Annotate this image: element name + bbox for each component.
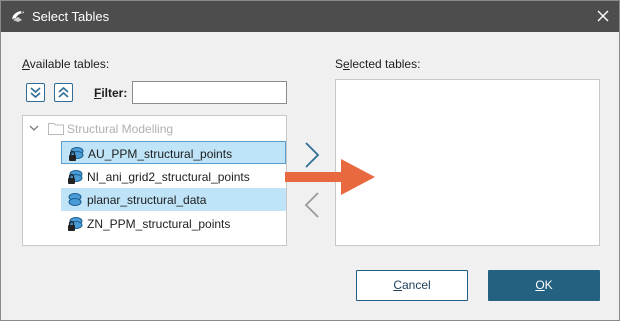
locked-structural-points-icon — [68, 170, 83, 184]
tree-item-planar-structural-data[interactable]: planar_structural_data — [61, 188, 286, 211]
tree-item-label: AU_PPM_structural_points — [88, 147, 233, 161]
expand-all-button[interactable] — [26, 83, 45, 102]
leapfrog-icon — [12, 11, 24, 22]
tree-item-ni-ani-grid2-structural-points[interactable]: NI_ani_grid2_structural_points — [23, 165, 286, 188]
tree-group-structural-modelling[interactable]: Structural Modelling — [23, 117, 286, 140]
cancel-button[interactable]: Cancel — [356, 270, 468, 301]
structural-data-icon — [68, 193, 82, 206]
selected-tables-label: Selected tables: — [335, 57, 421, 71]
filter-input[interactable] — [132, 81, 287, 104]
chevron-double-up-icon — [58, 86, 69, 98]
tree-item-au-ppm-structural-points[interactable]: AU_PPM_structural_points — [61, 141, 286, 164]
title-bar: Select Tables — [1, 1, 619, 32]
collapse-all-button[interactable] — [54, 83, 73, 102]
select-tables-dialog: Select Tables Available tables: Filter: — [0, 0, 620, 321]
window-title: Select Tables — [32, 9, 110, 24]
chevron-double-down-icon — [30, 87, 41, 99]
locked-structural-points-icon — [69, 147, 84, 161]
annotation-arrow-icon — [285, 159, 375, 195]
folder-icon — [48, 123, 64, 135]
close-icon[interactable] — [594, 7, 612, 25]
tree-item-label: planar_structural_data — [87, 193, 207, 207]
tree-item-label: ZN_PPM_structural_points — [87, 217, 231, 231]
ok-button[interactable]: OK — [488, 270, 600, 301]
tree-item-label: NI_ani_grid2_structural_points — [87, 170, 250, 184]
available-tables-tree[interactable]: Structural Modelling AU_PPM_structural_p… — [22, 115, 287, 246]
locked-structural-points-icon — [68, 217, 83, 231]
tree-group-label: Structural Modelling — [67, 122, 174, 136]
tree-item-zn-ppm-structural-points[interactable]: ZN_PPM_structural_points — [23, 212, 286, 235]
available-tables-label: Available tables: — [22, 57, 110, 71]
chevron-down-icon[interactable] — [29, 125, 39, 132]
filter-label: Filter: — [94, 86, 128, 100]
